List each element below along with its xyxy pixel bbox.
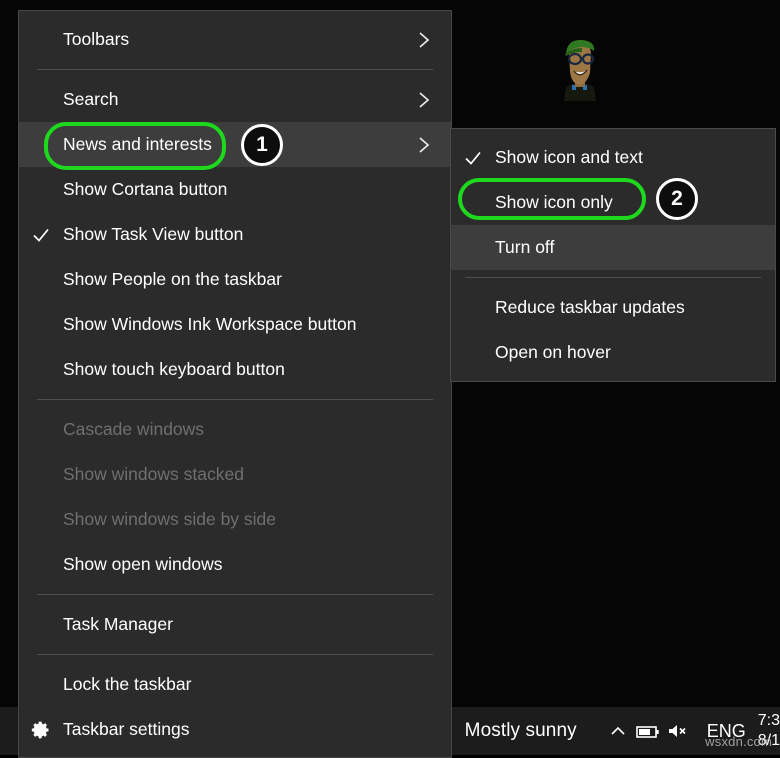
taskbar-weather-label[interactable]: Mostly sunny (465, 720, 577, 742)
menu-item-label: Show People on the taskbar (63, 269, 413, 290)
menu-item[interactable]: Show Task View button (19, 212, 451, 257)
menu-item[interactable]: Taskbar settings (19, 707, 451, 752)
menu-item-label: Show icon and text (495, 147, 737, 168)
menu-item-label: Show Cortana button (63, 179, 413, 200)
check-icon (462, 147, 484, 169)
menu-item[interactable]: Show touch keyboard button (19, 347, 451, 392)
chevron-right-icon (415, 134, 433, 156)
menu-item[interactable]: Show Cortana button (19, 167, 451, 212)
menu-item[interactable]: Show Windows Ink Workspace button (19, 302, 451, 347)
menu-item: Cascade windows (19, 407, 451, 452)
chevron-right-icon (413, 134, 435, 156)
menu-item-label: Toolbars (63, 29, 413, 50)
desktop-avatar-image (556, 35, 604, 101)
menu-separator (465, 277, 761, 278)
menu-item-label: Cascade windows (63, 419, 413, 440)
gear-icon (31, 720, 51, 740)
menu-separator (37, 399, 433, 400)
menu-item[interactable]: Task Manager (19, 602, 451, 647)
check-icon (451, 147, 495, 169)
menu-item: Show windows stacked (19, 452, 451, 497)
menu-separator (37, 69, 433, 70)
taskbar-clock[interactable]: 7:3 8/1 (756, 711, 780, 751)
menu-item[interactable]: Search (19, 77, 451, 122)
menu-item[interactable]: Show icon only (451, 180, 775, 225)
chevron-right-icon (415, 89, 433, 111)
menu-item-label: Open on hover (495, 342, 737, 363)
taskbar-context-menu[interactable]: Toolbars Search News and interests Show Cor… (18, 10, 452, 758)
speaker-muted-icon[interactable] (663, 707, 693, 755)
menu-item[interactable]: Turn off (451, 225, 775, 270)
menu-item[interactable]: Reduce taskbar updates (451, 285, 775, 330)
news-and-interests-submenu[interactable]: Show icon and text Show icon only Turn off… (450, 128, 776, 382)
menu-item[interactable]: Open on hover (451, 330, 775, 375)
menu-item-label: Reduce taskbar updates (495, 297, 737, 318)
menu-item-label: Taskbar settings (63, 719, 413, 740)
menu-item-label: Show Task View button (63, 224, 413, 245)
menu-item-label: Show windows stacked (63, 464, 413, 485)
chevron-right-icon (413, 29, 435, 51)
menu-item[interactable]: Toolbars (19, 17, 451, 62)
clock-date: 8/1 (758, 731, 780, 751)
menu-item-label: Show windows side by side (63, 509, 413, 530)
menu-separator (37, 594, 433, 595)
menu-separator (37, 654, 433, 655)
chevron-right-icon (413, 89, 435, 111)
menu-item[interactable]: Show icon and text (451, 135, 775, 180)
menu-item[interactable]: Show open windows (19, 542, 451, 587)
menu-item-label: Lock the taskbar (63, 674, 413, 695)
menu-item-label: News and interests (63, 134, 413, 155)
check-icon (30, 224, 52, 246)
menu-item[interactable]: Show People on the taskbar (19, 257, 451, 302)
menu-item-label: Show touch keyboard button (63, 359, 413, 380)
system-tray[interactable]: Mostly sunny ENG (465, 707, 780, 755)
battery-icon[interactable] (633, 707, 663, 755)
language-indicator[interactable]: ENG (707, 721, 746, 742)
menu-item-label: Show icon only (495, 192, 737, 213)
chevron-up-icon[interactable] (603, 707, 633, 755)
menu-item-label: Show open windows (63, 554, 413, 575)
menu-item[interactable]: Lock the taskbar (19, 662, 451, 707)
menu-item-label: Show Windows Ink Workspace button (63, 314, 413, 335)
menu-item-label: Task Manager (63, 614, 413, 635)
clock-time: 7:3 (758, 711, 780, 731)
menu-item: Show windows side by side (19, 497, 451, 542)
menu-item-label: Search (63, 89, 413, 110)
menu-item-label: Turn off (495, 237, 737, 258)
check-icon (19, 224, 63, 246)
chevron-right-icon (415, 29, 433, 51)
menu-item[interactable]: News and interests (19, 122, 451, 167)
gear-icon (19, 720, 63, 740)
